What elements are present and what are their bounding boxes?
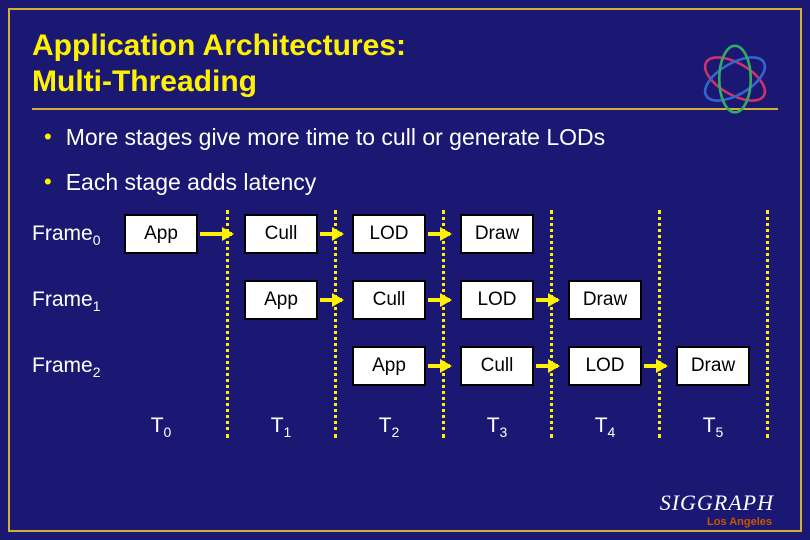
bullet-dot-icon: •	[44, 124, 52, 150]
frame-row: Frame0 App Cull LOD Draw	[32, 214, 778, 258]
frame-label: Frame1	[32, 288, 100, 314]
stage-box: Draw	[568, 280, 642, 320]
title-line-2: Multi-Threading	[32, 65, 257, 98]
bullet-item: • Each stage adds latency	[44, 169, 778, 196]
time-label: T3	[460, 414, 534, 440]
time-label: T5	[676, 414, 750, 440]
bullet-item: • More stages give more time to cull or …	[44, 124, 778, 151]
stage-box: Cull	[352, 280, 426, 320]
arrow-icon	[428, 298, 450, 302]
arrow-icon	[428, 364, 450, 368]
arrow-icon	[644, 364, 666, 368]
stage-box: Draw	[676, 346, 750, 386]
arrow-icon	[320, 298, 342, 302]
arrow-icon	[536, 298, 558, 302]
stage-box: App	[352, 346, 426, 386]
stage-box: Cull	[460, 346, 534, 386]
stage-box: Cull	[244, 214, 318, 254]
stage-box: App	[244, 280, 318, 320]
bullet-text: Each stage adds latency	[66, 169, 317, 196]
frame-label: Frame2	[32, 354, 100, 380]
arrow-icon	[320, 232, 342, 236]
siggraph-logo-icon	[690, 44, 780, 114]
title-divider	[32, 108, 778, 110]
slide-title: Application Architectures: Multi-Threadi…	[32, 28, 778, 100]
stage-box: LOD	[568, 346, 642, 386]
bullet-text: More stages give more time to cull or ge…	[66, 124, 605, 151]
stage-box: LOD	[352, 214, 426, 254]
footer-location: Los Angeles	[707, 516, 772, 528]
time-label: T4	[568, 414, 642, 440]
frame-label: Frame0	[32, 222, 100, 248]
time-label: T2	[352, 414, 426, 440]
arrow-icon	[200, 232, 232, 236]
pipeline-diagram: Frame0 App Cull LOD Draw Frame1 App Cull…	[32, 214, 778, 444]
stage-box: App	[124, 214, 198, 254]
time-label: T0	[124, 414, 198, 440]
slide-frame: Application Architectures: Multi-Threadi…	[8, 8, 802, 532]
frame-row: Frame2 App Cull LOD Draw	[32, 346, 778, 390]
footer-logo-text: SIGGRAPH	[660, 490, 774, 516]
arrow-icon	[536, 364, 558, 368]
frame-row: Frame1 App Cull LOD Draw	[32, 280, 778, 324]
stage-box: Draw	[460, 214, 534, 254]
stage-box: LOD	[460, 280, 534, 320]
arrow-icon	[428, 232, 450, 236]
bullet-dot-icon: •	[44, 169, 52, 195]
time-axis: T0 T1 T2 T3 T4 T5	[32, 414, 778, 458]
time-label: T1	[244, 414, 318, 440]
title-line-1: Application Architectures:	[32, 29, 406, 62]
